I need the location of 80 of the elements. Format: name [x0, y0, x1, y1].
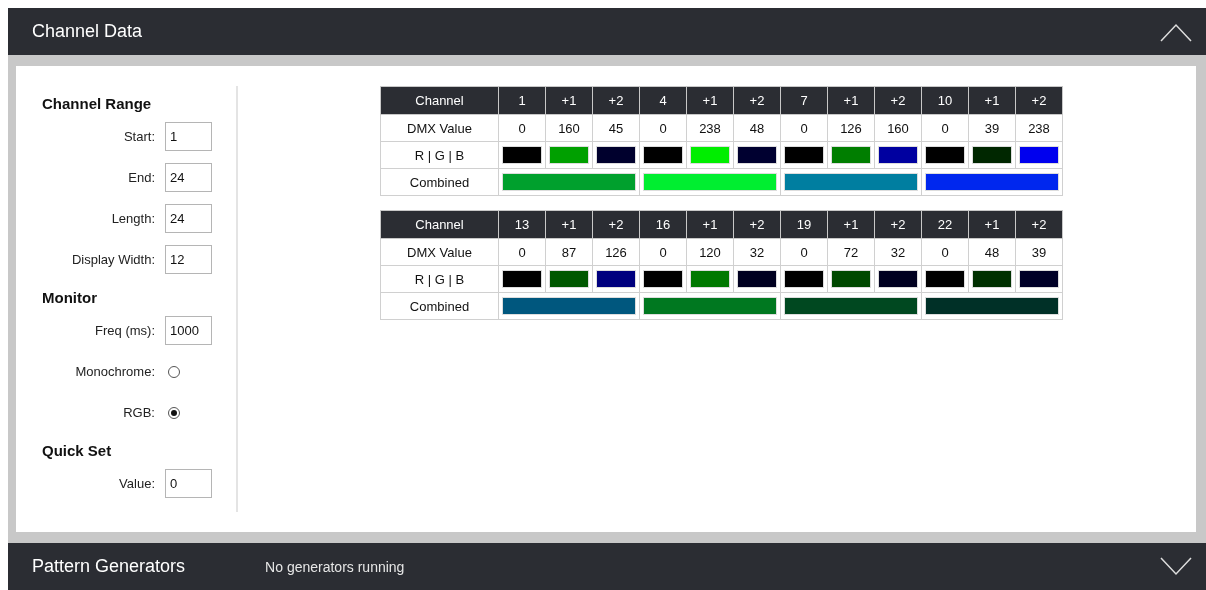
header-cell: 22 — [921, 210, 969, 239]
row-label: Combined — [380, 168, 499, 196]
header-cell: +2 — [874, 86, 922, 115]
table-cell: 48 — [968, 238, 1016, 266]
table-cell: 0 — [639, 114, 687, 142]
table-cell: 0 — [780, 114, 828, 142]
header-cell: 10 — [921, 86, 969, 115]
section-heading: Quick Set — [42, 440, 113, 461]
table-cell: 120 — [686, 238, 734, 266]
header-cell: +1 — [686, 210, 734, 239]
table-cell: 72 — [827, 238, 875, 266]
table-cell: 32 — [733, 238, 781, 266]
section-heading: Channel Range — [42, 93, 153, 114]
panel-title: Channel Data — [32, 21, 143, 42]
table-cell: 0 — [921, 238, 969, 266]
header-cell: Channel — [380, 210, 499, 239]
header-cell: 4 — [639, 86, 687, 115]
table-cell: 45 — [592, 114, 640, 142]
header-cell: 19 — [780, 210, 828, 239]
table-cell: 126 — [827, 114, 875, 142]
header-cell: +2 — [592, 86, 640, 115]
table-cell: 48 — [733, 114, 781, 142]
input-field[interactable]: 0 — [165, 469, 212, 498]
panel-header[interactable]: Pattern Generators No generators running — [8, 543, 1206, 590]
table-cell: 0 — [921, 114, 969, 142]
header-cell: +2 — [733, 86, 781, 115]
input-field[interactable]: 1000 — [165, 316, 212, 345]
field-label: Length: — [110, 211, 155, 226]
panel-header[interactable]: Channel Data — [8, 8, 1206, 55]
table-cell: 126 — [592, 238, 640, 266]
field-label: RGB: — [122, 405, 155, 420]
header-cell: +2 — [1015, 86, 1063, 115]
header-cell: +1 — [686, 86, 734, 115]
field-label: Value: — [118, 476, 155, 491]
header-cell: 13 — [498, 210, 546, 239]
row-label: Combined — [380, 292, 499, 320]
row-label: DMX Value — [380, 238, 499, 266]
input-field[interactable]: 1 — [165, 122, 212, 151]
field-label: Display Width: — [70, 252, 155, 267]
header-cell: +1 — [545, 210, 593, 239]
header-cell: +2 — [1015, 210, 1063, 239]
table-cell: 32 — [874, 238, 922, 266]
header-cell: +1 — [968, 210, 1016, 239]
field-label: Monochrome: — [74, 364, 155, 379]
header-cell: +1 — [545, 86, 593, 115]
table-cell: 0 — [498, 238, 546, 266]
section-heading: Monitor — [42, 287, 98, 308]
table-cell: 39 — [1015, 238, 1063, 266]
field-label: End: — [127, 170, 155, 185]
header-cell: 16 — [639, 210, 687, 239]
row-label: R | G | B — [380, 265, 499, 293]
table-cell: 39 — [968, 114, 1016, 142]
input-field[interactable]: 12 — [165, 245, 212, 274]
header-cell: +1 — [827, 210, 875, 239]
input-field[interactable]: 24 — [165, 204, 212, 233]
expand-icon[interactable] — [1160, 556, 1192, 577]
field-label: Start: — [122, 129, 155, 144]
input-field[interactable]: 24 — [165, 163, 212, 192]
table-cell: 160 — [545, 114, 593, 142]
header-cell: 7 — [780, 86, 828, 115]
header-cell: 1 — [498, 86, 546, 115]
table-cell: 0 — [639, 238, 687, 266]
table-cell: 0 — [498, 114, 546, 142]
table-cell: 238 — [686, 114, 734, 142]
table-cell: 160 — [874, 114, 922, 142]
header-cell: Channel — [380, 86, 499, 115]
header-cell: +1 — [827, 86, 875, 115]
panel-title: Pattern Generators — [32, 556, 186, 577]
row-label: DMX Value — [380, 114, 499, 142]
field-label: Freq (ms): — [94, 323, 155, 338]
header-cell: +2 — [592, 210, 640, 239]
header-cell: +2 — [874, 210, 922, 239]
table-cell: 238 — [1015, 114, 1063, 142]
collapse-icon[interactable] — [1160, 21, 1192, 42]
table-cell: 0 — [780, 238, 828, 266]
table-cell: 87 — [545, 238, 593, 266]
header-cell: +1 — [968, 86, 1016, 115]
header-cell: +2 — [733, 210, 781, 239]
status-text: No generators running — [265, 558, 405, 575]
row-label: R | G | B — [380, 141, 499, 169]
